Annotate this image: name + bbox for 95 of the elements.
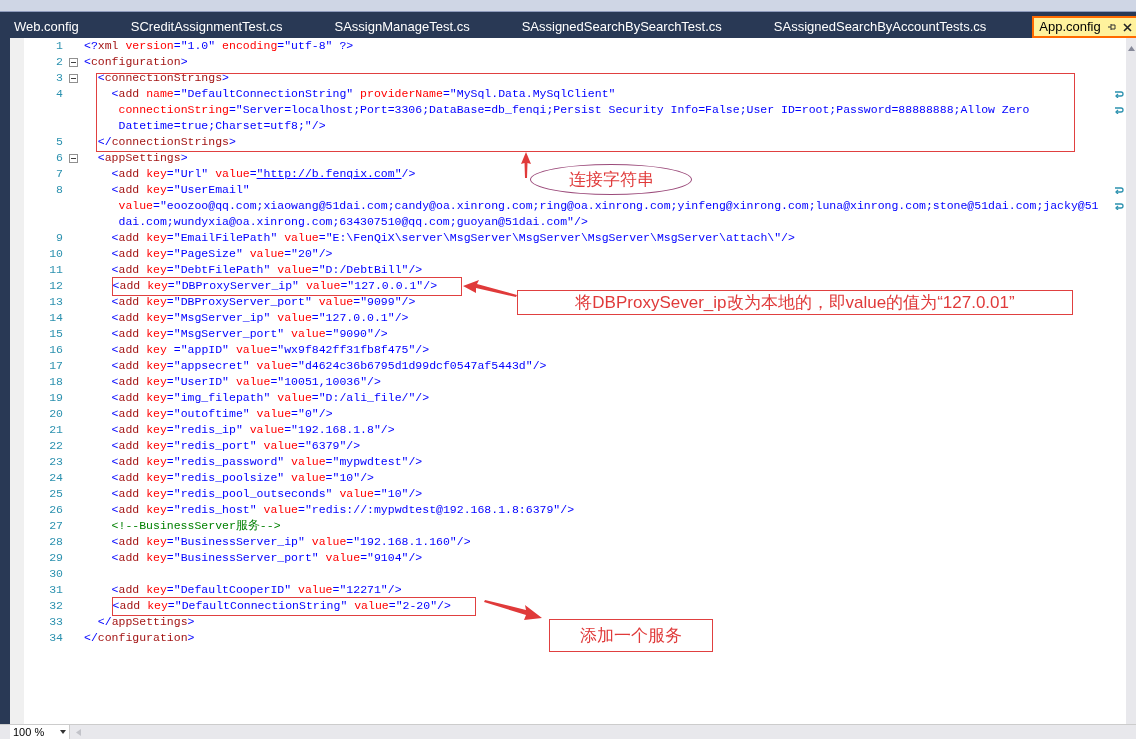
line-number: 19: [49, 391, 63, 404]
line-number: 23: [49, 455, 63, 468]
word-wrap-icon: [1114, 202, 1124, 210]
line-number: 34: [49, 631, 63, 644]
code-line: <add key="appsecret" value="d4624c36b6795d1d99dcf0547af5443d"/>: [111, 359, 547, 373]
line-number: 15: [49, 327, 63, 340]
line-number: 16: [49, 343, 63, 356]
code-line: <add key="MsgServer_ip" value="127.0.0.1"/>: [111, 311, 409, 325]
code-line: <add key="redis_pool_outseconds" value="10"/>: [111, 487, 423, 501]
code-line: <add key="DebtFilePath" value="D:/DebtBill"/>: [111, 263, 423, 277]
word-wrap-icon: [1114, 106, 1124, 114]
code-line: <add key="outoftime" value="0"/>: [111, 407, 333, 421]
line-number: 9: [56, 231, 63, 244]
line-number: 30: [49, 567, 63, 580]
code-line: <add key="PageSize" value="20"/>: [111, 247, 333, 261]
code-editor[interactable]: [10, 38, 1126, 724]
code-line: dai.com;wundyxia@oa.xinrong.com;634307510@qq.com;guoyan@51dai.com"/>: [118, 215, 588, 229]
line-number: 6: [56, 151, 63, 164]
code-line: <add key="UserEmail": [111, 183, 250, 197]
code-line: <add key="DefaultCooperID" value="12271"/>: [111, 583, 402, 597]
word-wrap-icon: [1114, 90, 1124, 98]
scroll-up-icon[interactable]: [1127, 46, 1135, 51]
callout-label: 将DBProxySever_ip改为本地的，即value的值为“127.0.01”: [517, 290, 1073, 315]
line-number: 32: [49, 599, 63, 612]
file-tab[interactable]: SAssignedSearchByAccountTests.cs: [767, 16, 993, 38]
close-icon[interactable]: [1122, 22, 1132, 32]
line-number: 13: [49, 295, 63, 308]
line-number: 2: [56, 55, 63, 68]
caret-icon: [60, 730, 66, 734]
line-number: 7: [56, 167, 63, 180]
line-number: 20: [49, 407, 63, 420]
line-number: 17: [49, 359, 63, 372]
line-number: 29: [49, 551, 63, 564]
line-number: 31: [49, 583, 63, 596]
callout-label: 添加一个服务: [549, 619, 713, 652]
code-line: <add key="BusinessServer_ip" value="192.168.1.160"/>: [111, 535, 471, 549]
code-line: <add key="DBProxyServer_ip" value="127.0.0.1"/>: [112, 279, 438, 293]
line-number: 26: [49, 503, 63, 516]
collapse-icon[interactable]: [69, 58, 78, 67]
line-number: 3: [56, 71, 63, 84]
line-number: 27: [49, 519, 63, 532]
code-line: <add key="img_filepath" value="D:/ali_file/"/>: [111, 391, 430, 405]
collapse-icon[interactable]: [69, 74, 78, 83]
pin-icon[interactable]: [1106, 23, 1117, 31]
file-tab[interactable]: Web.config: [8, 16, 85, 38]
code-line: <!--BusinessServer服务-->: [111, 519, 281, 533]
file-tab[interactable]: SCreditAssignmentTest.cs: [124, 16, 289, 38]
code-line: value="eoozoo@qq.com;xiaowang@51dai.com;candy@oa.xinrong.com;ring@oa.xinrong.com;yinfeng@xinrong.com;luna@xinrong.com;stone@51dai.com;jacky@51: [118, 199, 1099, 213]
code-line: <add key="DefaultConnectionString" value="2-20"/>: [112, 599, 451, 613]
file-tab[interactable]: SAssignManageTest.cs: [328, 16, 476, 38]
file-tab[interactable]: App.config: [1032, 16, 1136, 38]
zoom-dropdown[interactable]: 100 %: [10, 725, 70, 739]
code-line: </configuration>: [84, 631, 195, 645]
line-number: 33: [49, 615, 63, 628]
code-line: <add key="redis_password" value="mypwdtest"/>: [111, 455, 423, 469]
callout-arrow: [518, 152, 534, 178]
code-line: <add key="redis_ip" value="192.168.1.8"/>: [111, 423, 395, 437]
code-line: </connectionStrings>: [97, 135, 236, 149]
line-number: 14: [49, 311, 63, 324]
line-number: 5: [56, 135, 63, 148]
line-number: 22: [49, 439, 63, 452]
code-line: <add key="UserID" value="10051,10036"/>: [111, 375, 381, 389]
code-line: Datetime=true;Charset=utf8;"/>: [118, 119, 326, 133]
code-line: <add key="redis_port" value="6379"/>: [111, 439, 361, 453]
code-line: <add key="Url" value="http://b.fenqix.com"/>: [111, 167, 416, 181]
code-line: <add key="redis_poolsize" value="10"/>: [111, 471, 374, 485]
code-line: <connectionStrings>: [97, 71, 229, 85]
code-line: <configuration>: [84, 55, 188, 69]
file-tab[interactable]: SAssignedSearchBySearchTest.cs: [515, 16, 728, 38]
line-number: 21: [49, 423, 63, 436]
line-number: 25: [49, 487, 63, 500]
line-number: 24: [49, 471, 63, 484]
line-number: 11: [49, 263, 63, 276]
code-line: </appSettings>: [97, 615, 195, 629]
line-number: 8: [56, 183, 63, 196]
vertical-scrollbar[interactable]: [1126, 38, 1136, 724]
code-line: <?xml version="1.0" encoding="utf-8" ?>: [84, 39, 354, 53]
code-line: <add key="redis_host" value="redis://:mypwdtest@192.168.1.8:6379"/>: [111, 503, 575, 517]
code-line: <add key="EmailFilePath" value="E:\FenQiX\server\MsgServer\MsgServer\MsgServer\MsgServer\attach\"/>: [111, 231, 795, 245]
code-line: <add key ="appID" value="wx9f842ff31fb8f475"/>: [111, 343, 430, 357]
code-line: <add key="BusinessServer_port" value="9104"/>: [111, 551, 423, 565]
code-line: <appSettings>: [97, 151, 188, 165]
line-number: 4: [56, 87, 63, 100]
code-line: <add key="DBProxyServer_port" value="9099"/>: [111, 295, 416, 309]
line-number: 12: [49, 279, 63, 292]
line-number: 18: [49, 375, 63, 388]
code-line: <add name="DefaultConnectionString" providerName="MySql.Data.MySqlClient": [111, 87, 616, 101]
line-number: 10: [49, 247, 63, 260]
code-line: <add key="MsgServer_port" value="9090"/>: [111, 327, 388, 341]
line-number: 28: [49, 535, 63, 548]
word-wrap-icon: [1114, 186, 1124, 194]
collapse-icon[interactable]: [69, 154, 78, 163]
callout-arrow: [463, 278, 517, 300]
code-line: connectionString="Server=localhost;Port=3306;DataBase=db_fenqi;Persist Security Info=False;User ID=root;Password=88888888;Allow Zero: [118, 103, 1030, 117]
line-number: 1: [56, 39, 63, 52]
